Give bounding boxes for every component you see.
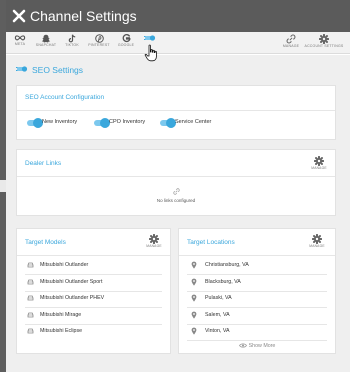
gear-icon xyxy=(149,234,159,244)
car-icon xyxy=(27,295,34,301)
list-item: Christiansburg, VA xyxy=(179,258,335,274)
panel-title: Channel Settings xyxy=(30,8,137,24)
snapchat-ghost-icon xyxy=(41,34,51,43)
tab-pinterest[interactable]: PINTEREST xyxy=(85,34,113,53)
seo-toggle-icon xyxy=(144,35,156,41)
map-pin-icon xyxy=(191,311,197,319)
card-divider xyxy=(17,176,335,177)
google-g-icon xyxy=(122,34,131,43)
toggle-new-inventory-label: New Inventory xyxy=(42,119,78,125)
card-divider xyxy=(17,110,335,111)
gear-icon xyxy=(314,156,324,166)
card-divider xyxy=(17,255,170,256)
list-item: Blacksburg, VA xyxy=(179,275,335,291)
target-location-label: Blacksburg, VA xyxy=(205,279,241,285)
channel-settings-panel: Channel Settings META SNAPCHAT TIKTOK PI… xyxy=(6,0,350,372)
manage-links-button[interactable]: MANAGE xyxy=(276,34,306,53)
tab-pinterest-label: PINTEREST xyxy=(88,43,110,47)
target-location-label: Vinton, VA xyxy=(205,328,230,334)
dealer-links-title: Dealer Links xyxy=(25,160,62,167)
hand-cursor-icon xyxy=(144,44,157,62)
card-divider xyxy=(179,255,335,256)
list-item: Mitsubishi Eclipse xyxy=(17,324,170,340)
tab-tiktok-label: TIKTOK xyxy=(65,43,79,47)
dealer-links-card: Dealer Links MANAGE No links configured xyxy=(16,149,336,216)
manage-label: MANAGE xyxy=(309,244,325,248)
manage-label: MANAGE xyxy=(311,166,327,170)
account-settings-label: ACCOUNT SETTINGS xyxy=(304,44,344,48)
car-icon xyxy=(27,312,34,318)
target-model-label: Mitsubishi Outlander PHEV xyxy=(40,295,105,301)
dealer-links-empty-state: No links configured xyxy=(17,188,335,203)
close-icon[interactable] xyxy=(11,8,27,24)
target-location-label: Christiansburg, VA xyxy=(205,262,249,268)
tab-snapchat[interactable]: SNAPCHAT xyxy=(32,34,60,53)
channel-toolbar: META SNAPCHAT TIKTOK PINTEREST GOOGLE MA… xyxy=(6,32,350,54)
seo-account-config-card: SEO Account Configuration New Inventory … xyxy=(16,85,336,140)
list-item: Mitsubishi Outlander Sport xyxy=(17,275,170,291)
panel-header: Channel Settings xyxy=(6,0,350,32)
link-icon xyxy=(172,188,180,195)
toggle-cpo-inventory-label: CPO Inventory xyxy=(109,119,146,125)
row-divider xyxy=(187,340,327,341)
target-locations-manage-button[interactable]: MANAGE xyxy=(307,234,327,249)
toggle-service-center-label: Service Center xyxy=(175,119,212,125)
target-models-card: Target Models MANAGE Mitsubishi Outlande… xyxy=(16,228,171,354)
target-models-title: Target Models xyxy=(25,239,66,246)
car-icon xyxy=(27,279,34,285)
list-item: Mitsubishi Outlander xyxy=(17,258,170,274)
link-icon xyxy=(286,34,296,44)
target-model-label: Mitsubishi Eclipse xyxy=(40,328,83,334)
dealer-links-empty-text: No links configured xyxy=(156,198,196,203)
target-models-manage-button[interactable]: MANAGE xyxy=(144,234,164,249)
list-item: Vinton, VA xyxy=(179,324,335,340)
target-model-label: Mitsubishi Outlander xyxy=(40,262,89,268)
target-location-label: Salem, VA xyxy=(205,312,230,318)
car-icon xyxy=(27,262,34,268)
gear-icon xyxy=(312,234,322,244)
seo-settings-title: SEO Settings xyxy=(32,65,84,75)
dealer-links-manage-button[interactable]: MANAGE xyxy=(309,156,329,171)
seo-toggle-icon xyxy=(16,66,28,72)
target-locations-card: Target Locations MANAGE Christiansburg, … xyxy=(178,228,336,354)
manage-label: MANAGE xyxy=(146,244,162,248)
account-settings-button[interactable]: ACCOUNT SETTINGS xyxy=(304,34,344,53)
map-pin-icon xyxy=(191,327,197,335)
tiktok-note-icon xyxy=(68,34,75,43)
show-more-label: Show More xyxy=(248,343,276,349)
gear-icon xyxy=(319,34,329,44)
map-pin-icon xyxy=(191,261,197,269)
target-locations-title: Target Locations xyxy=(187,239,235,246)
tab-snapchat-label: SNAPCHAT xyxy=(35,43,57,47)
tab-meta-label: META xyxy=(14,42,26,46)
list-item: Mitsubishi Mirage xyxy=(17,308,170,324)
content-area: SEO Settings SEO Account Configuration N… xyxy=(6,55,350,372)
seo-account-config-title: SEO Account Configuration xyxy=(25,94,105,101)
tab-tiktok[interactable]: TIKTOK xyxy=(58,34,86,53)
tab-meta[interactable]: META xyxy=(6,34,34,53)
target-model-label: Mitsubishi Outlander Sport xyxy=(40,279,103,285)
list-item: Salem, VA xyxy=(179,308,335,324)
map-pin-icon xyxy=(191,294,197,302)
toggle-switch[interactable] xyxy=(160,118,176,128)
meta-infinity-icon xyxy=(14,35,26,41)
pinterest-icon xyxy=(94,34,104,43)
manage-links-label: MANAGE xyxy=(282,44,300,48)
toggle-switch[interactable] xyxy=(94,118,110,128)
car-icon xyxy=(27,328,34,334)
map-pin-icon xyxy=(191,278,197,286)
toggle-switch[interactable] xyxy=(27,118,43,128)
list-item: Mitsubishi Outlander PHEV xyxy=(17,291,170,307)
target-location-label: Pulaski, VA xyxy=(205,295,232,301)
target-model-label: Mitsubishi Mirage xyxy=(40,312,82,318)
list-item: Pulaski, VA xyxy=(179,291,335,307)
eye-icon xyxy=(238,343,247,348)
show-more-button[interactable]: Show More xyxy=(179,343,335,349)
